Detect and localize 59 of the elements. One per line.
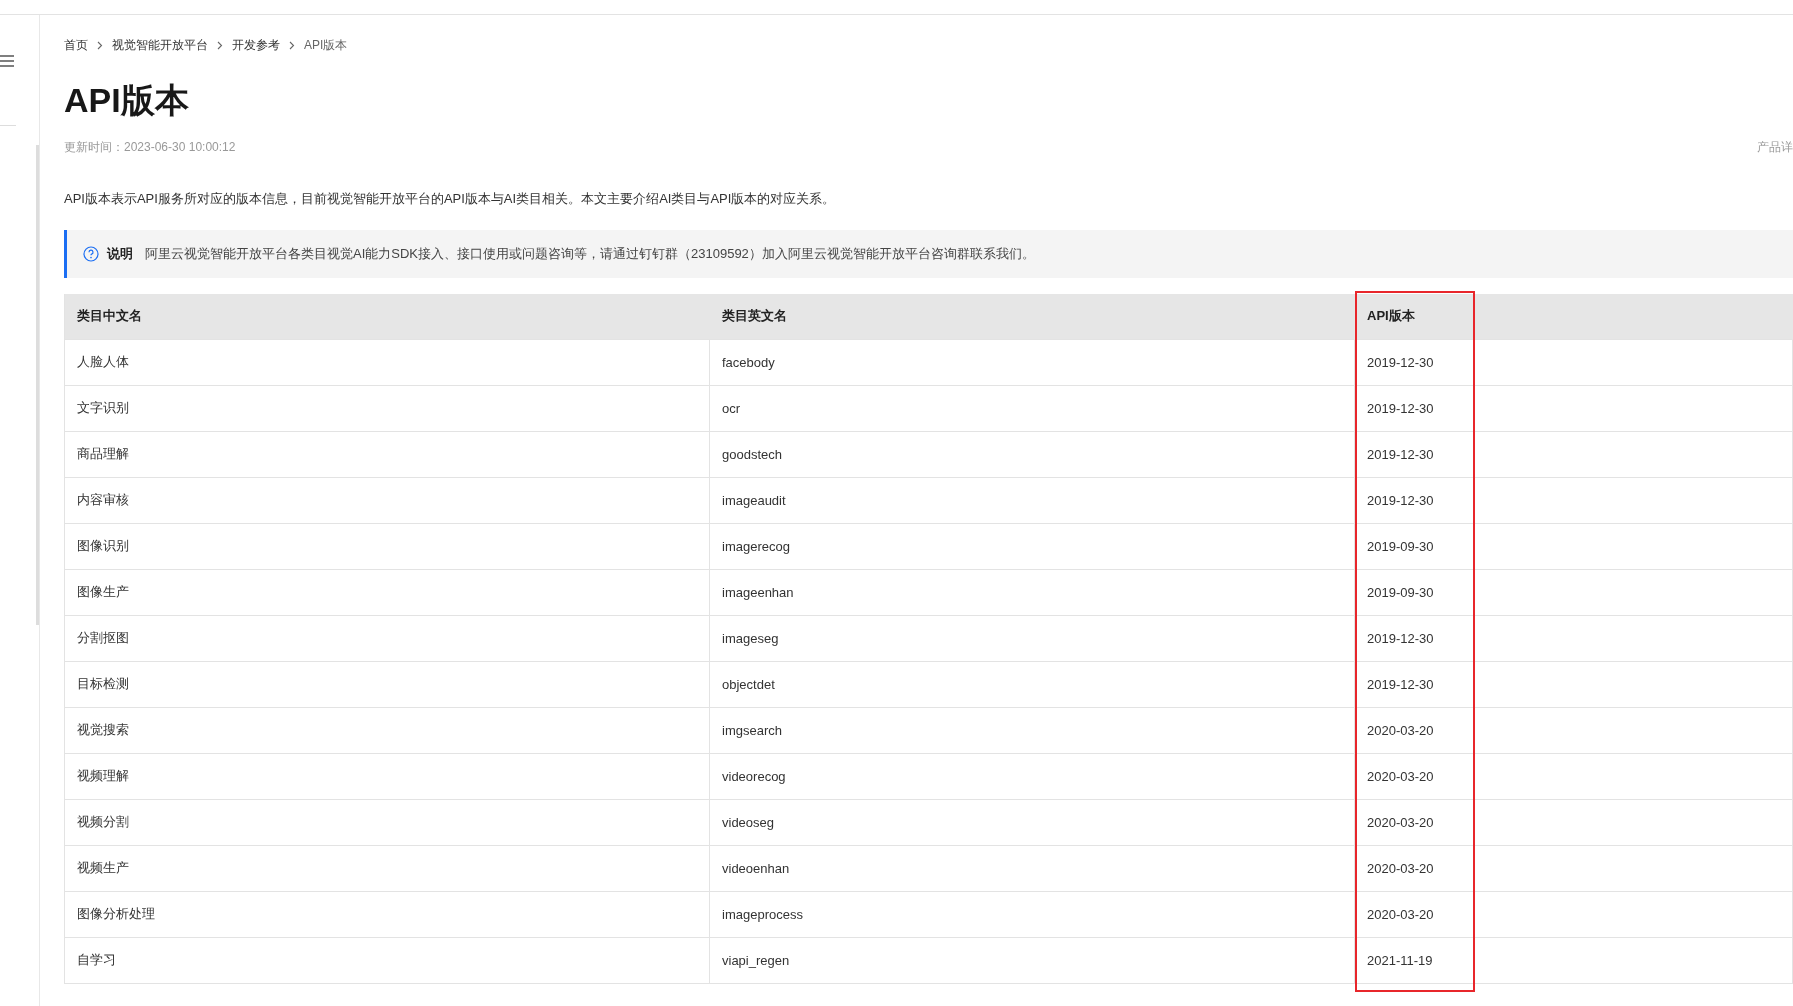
table-cell: 2021-11-19 (1355, 937, 1793, 983)
table-cell: imageprocess (710, 891, 1355, 937)
column-header: 类目英文名 (721, 307, 788, 326)
table-cell: imagerecog (710, 523, 1355, 569)
table-cell: 2020-03-20 (1355, 891, 1793, 937)
breadcrumb-link[interactable]: 首页 (64, 37, 88, 54)
table-cell: 2020-03-20 (1355, 753, 1793, 799)
table-cell: ocr (710, 385, 1355, 431)
table-cell: goodstech (710, 431, 1355, 477)
table-cell: imageaudit (710, 477, 1355, 523)
table-cell: 文字识别 (65, 385, 710, 431)
menu-icon[interactable] (0, 55, 14, 67)
table-cell: 人脸人体 (65, 339, 710, 385)
table-cell: 2020-03-20 (1355, 707, 1793, 753)
table-cell: 2019-12-30 (1355, 339, 1793, 385)
table-cell: 2019-12-30 (1355, 661, 1793, 707)
table-cell: 目标检测 (65, 661, 710, 707)
table-cell: 2019-12-30 (1355, 431, 1793, 477)
table-cell: 商品理解 (65, 431, 710, 477)
table-cell: imageseg (710, 615, 1355, 661)
question-icon (83, 245, 99, 262)
table-cell: videorecog (710, 753, 1355, 799)
update-time: 更新时间：2023-06-30 10:00:12 (64, 138, 236, 156)
table-cell: 内容审核 (65, 477, 710, 523)
chevron-icon (97, 41, 103, 50)
table-cell: 自学习 (65, 937, 710, 983)
table-cell: facebody (710, 339, 1355, 385)
table-cell: imgsearch (710, 707, 1355, 753)
table-cell: videoseg (710, 799, 1355, 845)
table-cell: 2020-03-20 (1355, 845, 1793, 891)
breadcrumb-link[interactable]: 视觉智能开放平台 (112, 37, 208, 54)
note-label: 说明 (107, 244, 133, 263)
table-cell: 2020-03-20 (1355, 799, 1793, 845)
table-cell: videoenhan (710, 845, 1355, 891)
table-cell: 2019-12-30 (1355, 477, 1793, 523)
table-cell: 2019-12-30 (1355, 385, 1793, 431)
chevron-icon (289, 41, 295, 50)
table-cell: 视频分割 (65, 799, 710, 845)
intro-paragraph: API版本表示API服务所对应的版本信息，目前视觉智能开放平台的API版本与AI类目相关。本文主要介绍AI类目与API版本的对应关系。 (64, 189, 837, 208)
note-text: 阿里云视觉智能开放平台各类目视觉AI能力SDK接入、接口使用或问题咨询等，请通过钉钉群（23109592）加入阿里云视觉智能开放平台咨询群联系我们。 (145, 244, 1035, 263)
table-cell: 分割抠图 (65, 615, 710, 661)
table-cell: 图像分析处理 (65, 891, 710, 937)
table-cell: imageenhan (710, 569, 1355, 615)
table-cell: 图像生产 (65, 569, 710, 615)
table-cell: objectdet (710, 661, 1355, 707)
table-cell: 2019-09-30 (1355, 523, 1793, 569)
column-header: API版本 (1366, 307, 1416, 326)
table-cell: 视频生产 (65, 845, 710, 891)
column-header: 类目中文名 (76, 307, 143, 326)
chevron-icon (217, 41, 223, 50)
table-cell: viapi_regen (710, 937, 1355, 983)
table-cell: 视觉搜索 (65, 707, 710, 753)
table-cell: 视频理解 (65, 753, 710, 799)
breadcrumb-link[interactable]: 开发参考 (232, 37, 280, 54)
table-cell: 图像识别 (65, 523, 710, 569)
page-title: API版本 (64, 80, 190, 121)
breadcrumb-link[interactable]: API版本 (304, 37, 348, 54)
table-cell: 2019-09-30 (1355, 569, 1793, 615)
table-cell: 2019-12-30 (1355, 615, 1793, 661)
